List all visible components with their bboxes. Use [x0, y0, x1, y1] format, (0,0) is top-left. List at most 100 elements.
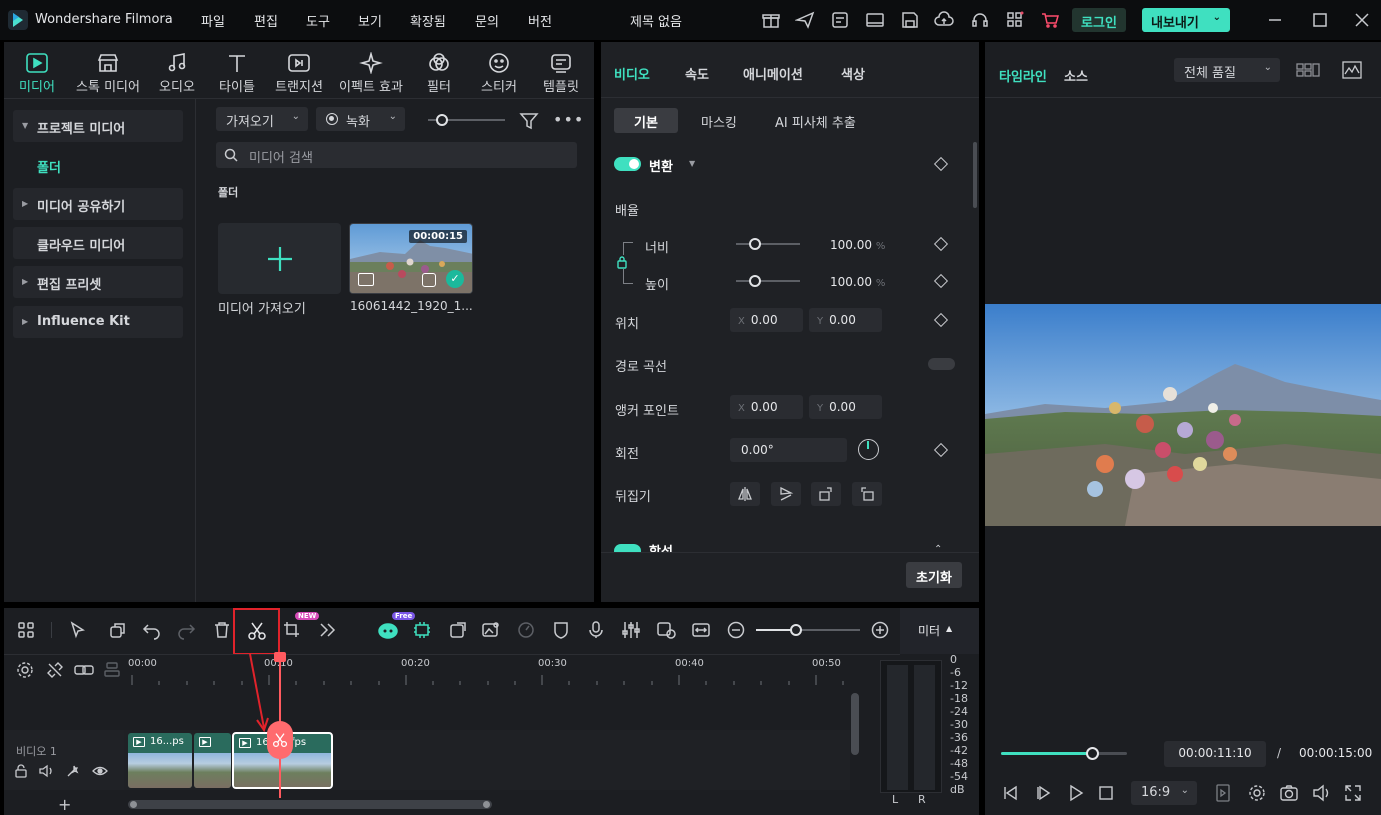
crop-zoom-icon[interactable] [282, 620, 302, 640]
close-icon[interactable] [1352, 10, 1374, 30]
tab-stock-media[interactable]: 스톡 미디어 [70, 50, 146, 95]
meter-header[interactable]: 미터 ▲ [900, 608, 979, 654]
export-button[interactable]: 내보내기 ⌄ [1142, 8, 1230, 32]
group-icon[interactable] [108, 620, 128, 640]
rotate-left-button[interactable] [852, 482, 882, 506]
playhead-split-marker[interactable] [267, 721, 293, 759]
menu-extensions[interactable]: 확장됨 [410, 11, 446, 30]
render-preview-icon[interactable] [1216, 784, 1230, 802]
tab-stickers[interactable]: 스티커 [474, 50, 524, 95]
timeline-clip[interactable]: ▶ [194, 733, 231, 788]
transform-toggle[interactable] [614, 157, 641, 171]
width-slider-knob[interactable] [749, 238, 761, 250]
more-options-icon[interactable]: ••• [553, 110, 584, 129]
props-scrollbar[interactable] [973, 142, 977, 208]
cloud-upload-icon[interactable] [934, 10, 956, 30]
save-icon[interactable] [900, 10, 922, 30]
timeline-zoom-slider[interactable] [756, 629, 860, 631]
menu-file[interactable]: 파일 [201, 11, 225, 30]
feedback-icon[interactable] [830, 10, 852, 30]
lock-icon[interactable] [616, 255, 628, 269]
sidebar-item-influence-kit[interactable]: ▶ Influence Kit [13, 306, 183, 338]
microphone-icon[interactable] [586, 620, 606, 640]
shield-mask-icon[interactable] [551, 620, 571, 640]
menu-version[interactable]: 버전 [528, 11, 552, 30]
maximize-icon[interactable] [1310, 10, 1332, 30]
audio-mixer-icon[interactable] [621, 620, 641, 640]
tab-source-preview[interactable]: 소스 [1064, 66, 1088, 85]
subtab-masking[interactable]: 마스킹 [701, 112, 737, 131]
composite-toggle[interactable] [614, 544, 641, 552]
ai-edit-icon[interactable] [412, 620, 432, 640]
timeline-horizontal-scrollbar[interactable] [128, 800, 492, 809]
speed-ramp-icon[interactable] [516, 620, 536, 640]
image-edit-icon[interactable] [481, 620, 501, 640]
zoom-out-icon[interactable] [726, 620, 746, 640]
tab-animation[interactable]: 애니메이션 [743, 64, 803, 83]
record-dropdown[interactable]: 녹화 ⌄ [316, 107, 405, 131]
flip-horizontal-button[interactable] [730, 482, 760, 506]
menu-tools[interactable]: 도구 [306, 11, 330, 30]
audio-stretch-icon[interactable] [656, 620, 676, 640]
ai-copilot-icon[interactable] [377, 620, 398, 640]
fullscreen-icon[interactable] [1344, 784, 1362, 802]
sidebar-item-project-media[interactable]: ▼ 프로젝트 미디어 [13, 110, 183, 142]
filter-funnel-icon[interactable] [519, 111, 539, 131]
track-lock-icon[interactable] [14, 764, 28, 778]
apps-grid-icon[interactable] [1005, 10, 1027, 30]
composite-section-title[interactable]: 합성 [649, 541, 673, 552]
tab-color[interactable]: 색상 [841, 64, 865, 83]
import-dropdown[interactable]: 가져오기 ⌄ [216, 107, 308, 131]
playback-progress-bar[interactable] [1001, 747, 1127, 760]
menu-view[interactable]: 보기 [358, 11, 382, 30]
subtab-ai-extract[interactable]: AI 피사체 추출 [775, 112, 856, 131]
keyframe-diamond-icon[interactable] [933, 156, 949, 172]
link-icon[interactable] [74, 661, 94, 679]
aspect-ratio-dropdown[interactable]: 16:9 ⌄ [1131, 781, 1197, 805]
current-time-field[interactable]: 00:00:11:10 [1164, 741, 1266, 767]
tab-speed[interactable]: 속도 [685, 64, 709, 83]
keyframe-diamond-icon[interactable] [933, 312, 949, 328]
import-media-tile[interactable] [218, 223, 341, 294]
playhead-handle[interactable] [274, 652, 286, 662]
headset-icon[interactable] [970, 10, 992, 30]
layout-icon[interactable] [865, 10, 887, 30]
snapshot-camera-icon[interactable] [1280, 784, 1298, 802]
select-pointer-icon[interactable] [68, 620, 88, 640]
sidebar-item-folder[interactable]: 폴더 [37, 157, 61, 176]
tab-titles[interactable]: 타이틀 [214, 50, 260, 95]
keyframe-diamond-icon[interactable] [933, 236, 949, 252]
tab-effects[interactable]: 이펙트 효과 [334, 50, 408, 95]
add-track-plus-icon[interactable]: + [58, 795, 71, 814]
anchor-y-field[interactable]: Y 0.00 [809, 395, 882, 419]
rotate-right-button[interactable] [811, 482, 841, 506]
track-effect-icon[interactable] [66, 764, 80, 778]
playback-progress-knob[interactable] [1085, 747, 1099, 760]
tab-media[interactable]: 미디어 [14, 50, 60, 95]
rotate-field[interactable]: 0.00° [730, 438, 847, 462]
more-tools-chevron-icon[interactable] [317, 620, 337, 640]
tab-video[interactable]: 비디오 [614, 64, 650, 83]
unlink-icon[interactable] [46, 661, 64, 679]
height-slider[interactable] [736, 280, 800, 282]
thumbnail-size-slider-knob[interactable] [436, 114, 448, 126]
transform-section-title[interactable]: 변환 [649, 156, 673, 175]
height-value[interactable]: 100.00 % [830, 275, 885, 289]
keyframe-diamond-icon[interactable] [933, 442, 949, 458]
play-icon[interactable] [1067, 784, 1085, 802]
next-frame-icon[interactable] [1035, 784, 1053, 802]
rotation-dial-icon[interactable] [858, 439, 879, 460]
timeline-vertical-scrollbar[interactable] [851, 693, 859, 755]
sidebar-item-cloud-media[interactable]: 클라우드 미디어 [13, 227, 183, 259]
delete-trash-icon[interactable] [212, 620, 232, 640]
undo-icon[interactable] [142, 620, 162, 640]
width-slider[interactable] [736, 243, 800, 245]
timeline-zoom-knob[interactable] [790, 624, 802, 636]
stop-icon[interactable] [1098, 785, 1114, 801]
tab-transitions[interactable]: 트랜지션 [269, 50, 329, 95]
tab-templates[interactable]: 템플릿 [536, 50, 586, 95]
sidebar-item-edit-preset[interactable]: ▶ 편집 프리셋 [13, 266, 183, 298]
gift-icon[interactable] [761, 10, 783, 30]
keyframe-diamond-icon[interactable] [933, 273, 949, 289]
redo-icon[interactable] [176, 620, 196, 640]
